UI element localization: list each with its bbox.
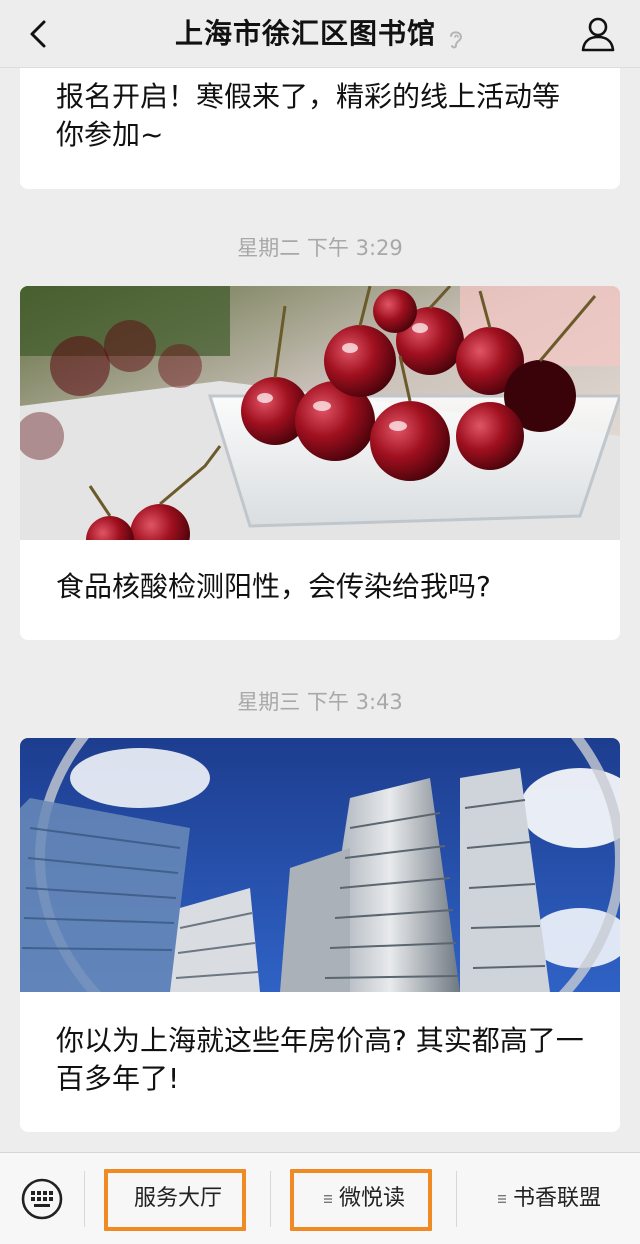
menu-lines-icon xyxy=(497,1195,506,1203)
cherries-image xyxy=(20,286,620,540)
article-caption[interactable]: 你以为上海就这些年房价高? 其实都高了一百多年了! xyxy=(56,1022,584,1098)
keyboard-icon[interactable] xyxy=(20,1177,64,1221)
divider xyxy=(270,1171,271,1227)
top-nav-bar: 上海市徐汇区图书馆 xyxy=(0,0,640,68)
timestamp: 星期三 下午 3:43 xyxy=(237,690,403,714)
article-card[interactable]: 食品核酸检测阳性，会传染给我吗? xyxy=(20,286,620,640)
timestamp: 星期二 下午 3:29 xyxy=(237,236,403,260)
bottom-menu-bar: 服务大厅 微悦读 书香联盟 xyxy=(0,1152,640,1244)
article-card[interactable]: 你以为上海就这些年房价高? 其实都高了一百多年了! xyxy=(20,738,620,1132)
divider xyxy=(84,1171,85,1227)
article-card[interactable]: 报名开启！寒假来了，精彩的线上活动等你参加~ xyxy=(20,68,620,189)
highlight-box-micro-reading xyxy=(290,1169,432,1231)
page-title: 上海市徐汇区图书馆 xyxy=(174,17,436,50)
message-feed[interactable]: 报名开启！寒假来了，精彩的线上活动等你参加~ 星期二 下午 3:29 食品核酸检… xyxy=(0,68,640,1152)
article-caption[interactable]: 报名开启！寒假来了，精彩的线上活动等你参加~ xyxy=(56,78,584,154)
ear-icon xyxy=(450,30,463,48)
menu-item-book-alliance[interactable]: 书香联盟 xyxy=(458,1169,640,1229)
person-icon[interactable] xyxy=(578,14,618,54)
menu-item-label: 书香联盟 xyxy=(512,1186,601,1211)
highlight-box-service-hall xyxy=(104,1169,246,1231)
article-caption[interactable]: 食品核酸检测阳性，会传染给我吗? xyxy=(56,568,584,606)
skyscraper-image xyxy=(20,738,620,992)
article-cover-image[interactable] xyxy=(20,738,620,992)
title-container: 上海市徐汇区图书馆 xyxy=(0,16,640,52)
divider xyxy=(456,1171,457,1227)
article-cover-image[interactable] xyxy=(20,286,620,540)
